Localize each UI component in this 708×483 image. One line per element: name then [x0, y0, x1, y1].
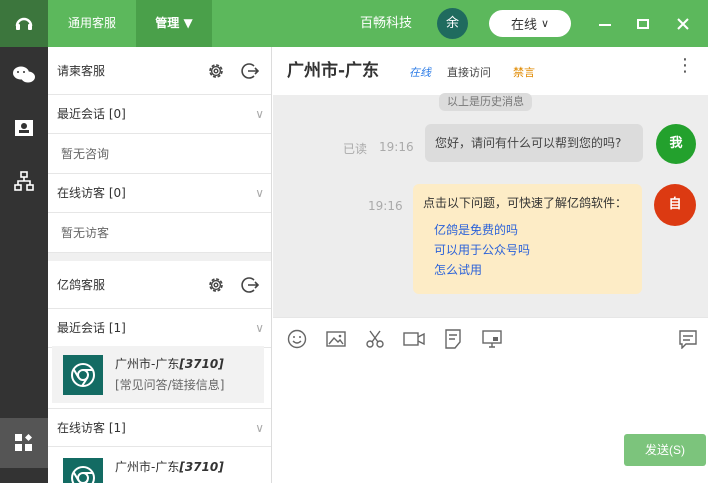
group-name: 亿鸽客服 [57, 278, 106, 292]
empty-text: 暂无咨询 [61, 147, 110, 161]
chat-header: 广州市-广东 在线 直接访问 禁言 ⋮ [273, 47, 708, 95]
visit-source: 直接访问 [447, 66, 491, 79]
minimize-button[interactable] [587, 0, 623, 47]
online-visitors-header[interactable]: 在线访客 [0] ∨ [48, 174, 271, 213]
section-title: 在线访客 [1] [57, 421, 126, 435]
visitor-item[interactable]: 广州市-广东[3710] [52, 449, 264, 483]
quick-reply-icon[interactable] [442, 328, 464, 350]
logout-icon[interactable] [237, 273, 261, 297]
contact-panel: 请柬客服 最近会话 [0] ∨ 暂无咨询 在线访客 [0] ∨ 暂无访客 亿鸽客… [48, 47, 272, 483]
maximize-button[interactable] [625, 0, 661, 47]
logout-icon[interactable] [237, 59, 261, 83]
chevron-down-icon: ∨ [255, 186, 264, 200]
note-icon[interactable] [677, 328, 699, 350]
read-receipt: 已读 [343, 142, 368, 156]
chevron-down-icon: ∨ [540, 17, 550, 30]
visitor-name: 广州市-广东[3710] [115, 460, 224, 474]
message-time: 19:16 [368, 199, 403, 213]
group-header: 亿鸽客服 [48, 261, 271, 309]
group-header: 请柬客服 [48, 47, 271, 95]
image-icon[interactable] [325, 328, 347, 350]
send-button[interactable]: 发送(S) [624, 434, 706, 466]
chevron-down-icon: ∨ [255, 321, 264, 335]
gear-icon[interactable] [204, 59, 228, 83]
maximize-icon [637, 18, 649, 29]
apps-nav-icon[interactable] [0, 418, 48, 468]
contacts-nav-icon[interactable] [0, 108, 48, 148]
quick-question-link[interactable]: 怎么试用 [434, 260, 632, 280]
tab-manage[interactable]: 管理 ▼ [136, 0, 212, 47]
chat-panel: 广州市-广东 在线 直接访问 禁言 ⋮ 以上是历史消息 已读 19:16 您好，… [273, 47, 708, 483]
message-bubble: 您好，请问有什么可以帮到您的吗? [425, 124, 643, 162]
chat-toolbar [273, 317, 708, 357]
ban-button[interactable]: 禁言 [513, 47, 535, 99]
visitor-item[interactable]: 广州市-广东[3710] [常见问答/链接信息] [52, 346, 264, 403]
auto-reply-intro: 点击以下问题，可快速了解亿鸽软件： [423, 196, 628, 210]
status-label: 在线 [510, 18, 537, 33]
user-avatar[interactable]: 余 [437, 8, 468, 39]
section-title: 在线访客 [0] [57, 186, 126, 200]
empty-text: 暂无访客 [61, 226, 110, 240]
quick-question-link[interactable]: 可以用于公众号吗 [434, 240, 632, 260]
history-divider: 以上是历史消息 [439, 93, 532, 111]
app-logo-icon [0, 0, 48, 47]
chat-nav-icon[interactable] [0, 55, 48, 95]
empty-placeholder: 暂无访客 [48, 213, 271, 253]
close-button[interactable] [665, 0, 701, 47]
empty-placeholder: 暂无咨询 [48, 134, 271, 174]
chat-title: 广州市-广东 [287, 61, 380, 81]
top-bar: 通用客服 管理 ▼ 百畅科技 余 在线 ∨ [0, 0, 708, 47]
company-name: 百畅科技 [360, 16, 413, 31]
chevron-down-icon: ∨ [255, 421, 264, 435]
recent-sessions-header[interactable]: 最近会话 [0] ∨ [48, 95, 271, 134]
org-nav-icon[interactable] [0, 161, 48, 201]
visitor-tag: [常见问答/链接信息] [115, 378, 225, 392]
emoji-icon[interactable] [286, 328, 308, 350]
scissors-icon[interactable] [364, 328, 386, 350]
message-time: 19:16 [379, 140, 414, 154]
chevron-down-icon: ∨ [255, 107, 264, 121]
quick-question-link[interactable]: 亿鸽是免费的吗 [434, 220, 632, 240]
visitor-name: 广州市-广东[3710] [115, 357, 224, 371]
group-divider [48, 253, 271, 261]
group-name: 请柬客服 [57, 64, 106, 78]
browser-icon [63, 355, 103, 395]
recent-sessions-header[interactable]: 最近会话 [1] ∨ [48, 309, 271, 348]
status-dropdown[interactable]: 在线 ∨ [489, 10, 571, 37]
auto-reply-bubble: 点击以下问题，可快速了解亿鸽软件： 亿鸽是免费的吗 可以用于公众号吗 怎么试用 [413, 184, 642, 294]
more-options-icon[interactable]: ⋮ [676, 55, 694, 76]
section-title: 最近会话 [0] [57, 107, 126, 121]
section-title: 最近会话 [1] [57, 321, 126, 335]
bot-avatar: 自 [654, 184, 696, 226]
visitor-status: 在线 [409, 66, 431, 79]
screen-share-icon[interactable] [481, 328, 503, 350]
message-list: 以上是历史消息 已读 19:16 您好，请问有什么可以帮到您的吗? 我 19:1… [273, 93, 708, 317]
tab-general-service[interactable]: 通用客服 [52, 0, 132, 47]
gear-icon[interactable] [204, 273, 228, 297]
agent-avatar: 我 [656, 124, 696, 164]
app-window: 通用客服 管理 ▼ 百畅科技 余 在线 ∨ 请柬客服 最近会话 [0] ∨ 暂无… [0, 0, 708, 483]
left-nav [0, 47, 48, 483]
minimize-icon [599, 23, 611, 26]
close-icon [677, 17, 689, 30]
browser-icon [63, 458, 103, 483]
online-visitors-header[interactable]: 在线访客 [1] ∨ [48, 408, 271, 447]
video-icon[interactable] [403, 328, 425, 350]
